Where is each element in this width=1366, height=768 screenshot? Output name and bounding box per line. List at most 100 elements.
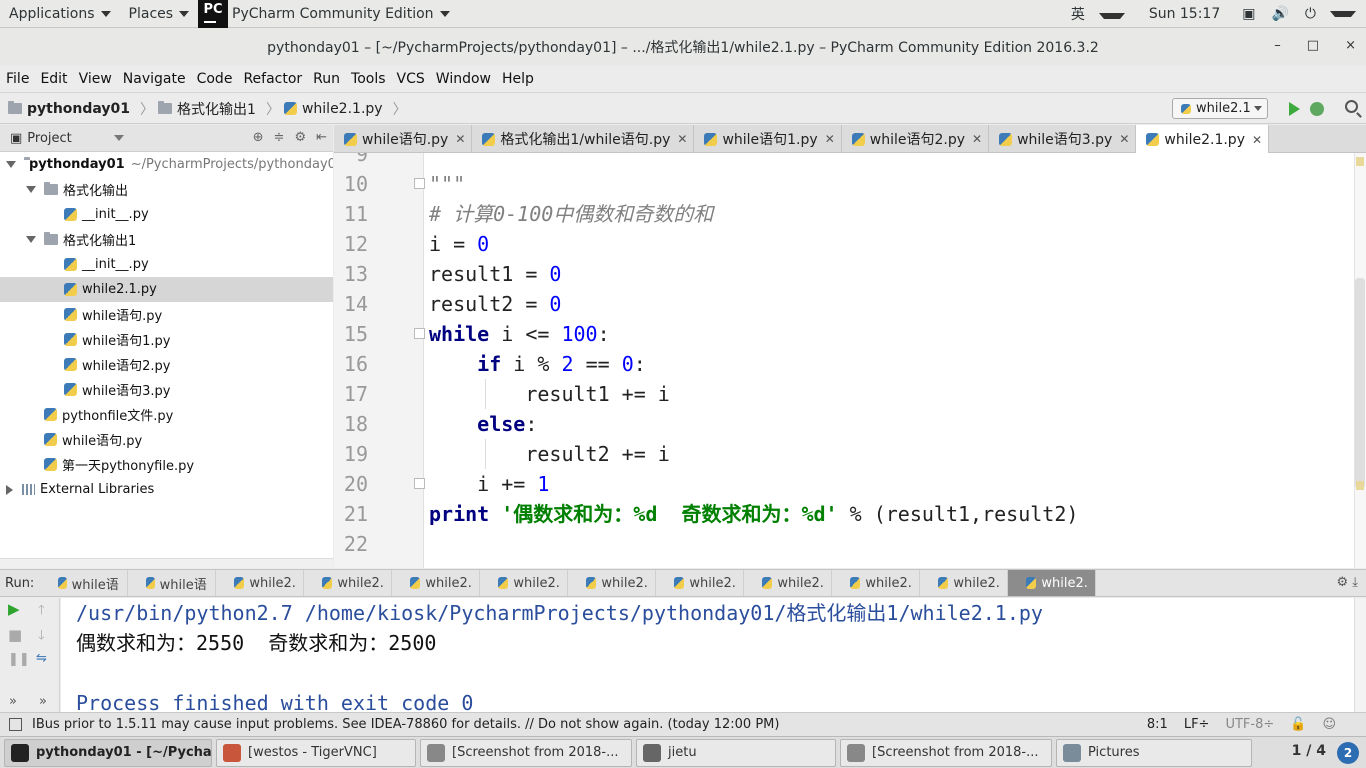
- fold-marker-icon[interactable]: [414, 478, 425, 489]
- close-button[interactable]: ×: [1345, 38, 1356, 53]
- collapse-arrow-icon[interactable]: [6, 484, 13, 495]
- taskbar-item[interactable]: pythonday01 - [~/Pycha...: [4, 738, 212, 767]
- close-tab-icon[interactable]: ✕: [1252, 133, 1262, 147]
- editor-tab[interactable]: while语句.py ✕: [334, 125, 473, 153]
- editor-scrollbar-thumb[interactable]: [1355, 278, 1365, 488]
- fold-marker-icon[interactable]: [414, 178, 425, 189]
- inspector-icon[interactable]: ☺: [1322, 717, 1336, 732]
- run-tab[interactable]: while语句3: [40, 570, 129, 596]
- tree-item[interactable]: while语句2.py: [0, 352, 333, 377]
- tree-item[interactable]: 格式化输出1: [0, 227, 333, 252]
- close-tab-icon[interactable]: ✕: [825, 132, 835, 146]
- expand-arrow-icon[interactable]: [6, 161, 16, 168]
- breadcrumb-file[interactable]: while2.1.py: [283, 101, 383, 117]
- menu-tools[interactable]: Tools: [347, 71, 390, 87]
- menu-run[interactable]: Run: [309, 71, 344, 87]
- tree-item[interactable]: __init__.py: [0, 202, 333, 227]
- hide-panel-icon[interactable]: ⤓: [1352, 575, 1358, 590]
- collapse-all-icon[interactable]: ≑: [274, 130, 285, 145]
- tree-item[interactable]: pythonfile文件.py: [0, 402, 333, 427]
- menu-window[interactable]: Window: [432, 71, 495, 87]
- tree-item[interactable]: while语句.py: [0, 427, 333, 452]
- applications-menu[interactable]: Applications: [0, 0, 120, 28]
- menu-file[interactable]: File: [2, 71, 33, 87]
- taskbar-item[interactable]: [westos - TigerVNC]: [216, 738, 416, 767]
- menu-refactor[interactable]: Refactor: [239, 71, 306, 87]
- power-icon[interactable]: ⏻: [1297, 6, 1324, 22]
- editor-tab[interactable]: while语句2.py ✕: [842, 125, 990, 153]
- file-encoding[interactable]: UTF-8÷: [1225, 717, 1274, 732]
- tree-item[interactable]: pythonday01 ~/PycharmProjects/pythonday01: [0, 152, 333, 177]
- gear-icon[interactable]: ⚙: [1336, 575, 1352, 590]
- editor-tab[interactable]: 格式化输出1/while语句.py ✕: [472, 125, 695, 153]
- breadcrumb-project[interactable]: pythonday01: [8, 101, 130, 117]
- close-tab-icon[interactable]: ✕: [972, 132, 982, 146]
- run-tab[interactable]: while2.1: [1008, 570, 1097, 596]
- hide-panel-icon[interactable]: ⇤: [316, 130, 327, 145]
- places-menu[interactable]: Places: [120, 0, 199, 28]
- soft-wrap-icon[interactable]: ⇋: [36, 651, 47, 666]
- more-icon[interactable]: »: [39, 694, 47, 709]
- chevron-down-icon[interactable]: [113, 135, 124, 141]
- run-tab[interactable]: while语句3: [128, 570, 217, 596]
- menu-vcs[interactable]: VCS: [393, 71, 429, 87]
- fold-marker-icon[interactable]: [414, 328, 425, 339]
- tree-item[interactable]: 格式化输出: [0, 177, 333, 202]
- run-tab[interactable]: while2.1: [216, 570, 305, 596]
- menu-edit[interactable]: Edit: [36, 71, 71, 87]
- chevron-down-icon[interactable]: [1330, 11, 1356, 17]
- run-console[interactable]: /usr/bin/python2.7 /home/kiosk/PycharmPr…: [61, 598, 1354, 712]
- taskbar-item[interactable]: jietu: [636, 738, 836, 767]
- lock-icon[interactable]: 🔓: [1290, 717, 1306, 732]
- taskbar-item[interactable]: [Screenshot from 2018-...: [840, 738, 1052, 767]
- tree-item[interactable]: 第一天pythonyfile.py: [0, 452, 333, 477]
- tree-item[interactable]: while语句.py: [0, 302, 333, 327]
- menu-help[interactable]: Help: [498, 71, 538, 87]
- expand-arrow-icon[interactable]: [26, 186, 36, 193]
- tree-item[interactable]: __init__.py: [0, 252, 333, 277]
- expand-arrow-icon[interactable]: [26, 236, 36, 243]
- notification-badge[interactable]: 2: [1337, 742, 1359, 764]
- minimize-button[interactable]: –: [1274, 38, 1281, 53]
- close-tab-icon[interactable]: ✕: [1119, 132, 1129, 146]
- run-tab[interactable]: while2.1: [392, 570, 481, 596]
- editor-tab[interactable]: while语句1.py ✕: [694, 125, 842, 153]
- run-icon[interactable]: [1289, 102, 1300, 116]
- line-separator[interactable]: LF÷: [1184, 717, 1210, 732]
- run-tab[interactable]: while2.1: [304, 570, 393, 596]
- run-tab[interactable]: while2.1: [832, 570, 921, 596]
- menu-navigate[interactable]: Navigate: [119, 71, 190, 87]
- status-message[interactable]: IBus prior to 1.5.11 may cause input pro…: [0, 717, 779, 732]
- warning-marker[interactable]: [1356, 481, 1364, 490]
- tree-item[interactable]: while2.1.py: [0, 277, 333, 302]
- editor-tab[interactable]: while2.1.py ✕: [1136, 125, 1270, 154]
- window-overview-icon[interactable]: ▣: [1234, 6, 1263, 22]
- taskbar-item[interactable]: Pictures: [1056, 738, 1252, 767]
- run-configuration-select[interactable]: while2.1: [1172, 98, 1268, 119]
- run-tab[interactable]: while2.1: [568, 570, 657, 596]
- scroll-up-icon[interactable]: 🡑: [38, 601, 45, 623]
- app-menu[interactable]: PyCharm Community Edition: [228, 0, 458, 28]
- tree-item[interactable]: External Libraries: [0, 477, 333, 502]
- workspace-pager[interactable]: 1 / 4: [1292, 743, 1326, 759]
- close-tab-icon[interactable]: ✕: [677, 132, 687, 146]
- taskbar-item[interactable]: [Screenshot from 2018-...: [420, 738, 632, 767]
- scroll-from-source-icon[interactable]: ⊕: [253, 130, 264, 145]
- menu-view[interactable]: View: [75, 71, 116, 87]
- caret-position[interactable]: 8:1: [1147, 717, 1168, 732]
- input-method-indicator[interactable]: 英: [1055, 4, 1133, 24]
- console-scrollbar[interactable]: [1354, 598, 1366, 712]
- pause-icon[interactable]: ❚❚: [8, 652, 30, 667]
- run-tab[interactable]: while2.1: [480, 570, 569, 596]
- gear-icon[interactable]: ⚙: [294, 130, 306, 145]
- stop-icon[interactable]: ■: [8, 626, 22, 644]
- debug-icon[interactable]: [1310, 102, 1324, 116]
- run-tab[interactable]: while2.1: [656, 570, 745, 596]
- rerun-icon[interactable]: ▶: [8, 600, 20, 618]
- breadcrumb-folder[interactable]: 格式化输出1: [158, 99, 256, 119]
- close-tab-icon[interactable]: ✕: [455, 132, 465, 146]
- project-panel-header[interactable]: ▣ Project ⊕ ≑ ⚙ ⇤: [0, 125, 333, 152]
- project-tree-scrollbar[interactable]: [0, 558, 333, 568]
- tree-item[interactable]: while语句3.py: [0, 377, 333, 402]
- menu-code[interactable]: Code: [193, 71, 237, 87]
